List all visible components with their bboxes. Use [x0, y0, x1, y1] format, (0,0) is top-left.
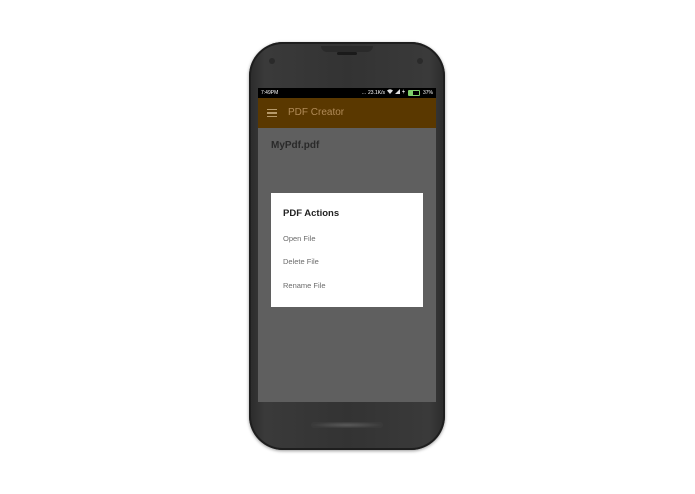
- app-bar: PDF Creator: [258, 98, 436, 128]
- battery-icon: [407, 90, 420, 96]
- front-sensor: [269, 58, 275, 64]
- network-speed: 23.1K/s: [368, 90, 385, 96]
- dialog-title: PDF Actions: [283, 208, 340, 219]
- status-bar: 7:49PM ... 23.1K/s 37%: [258, 88, 436, 98]
- status-indicators: ... 23.1K/s 37%: [362, 88, 433, 98]
- signal-icon: [394, 88, 400, 98]
- wifi-icon: [386, 88, 393, 98]
- charging-icon: [401, 88, 405, 98]
- phone-screen: 7:49PM ... 23.1K/s 37% PDF Creator MyPdf…: [258, 88, 436, 402]
- status-time: 7:49PM: [261, 90, 279, 96]
- earpiece: [337, 52, 357, 55]
- front-camera: [417, 58, 423, 64]
- notification-light: [311, 422, 383, 428]
- status-dots: ...: [361, 90, 367, 96]
- pdf-actions-dialog: PDF Actions Open File Delete File Rename…: [271, 193, 423, 307]
- delete-file-option[interactable]: Delete File: [283, 257, 319, 266]
- battery-percent: 37%: [422, 90, 433, 96]
- pdf-file-item[interactable]: MyPdf.pdf: [271, 140, 319, 151]
- open-file-option[interactable]: Open File: [283, 234, 316, 243]
- app-title: PDF Creator: [288, 107, 345, 118]
- rename-file-option[interactable]: Rename File: [283, 281, 326, 290]
- hamburger-menu-icon[interactable]: [267, 109, 277, 118]
